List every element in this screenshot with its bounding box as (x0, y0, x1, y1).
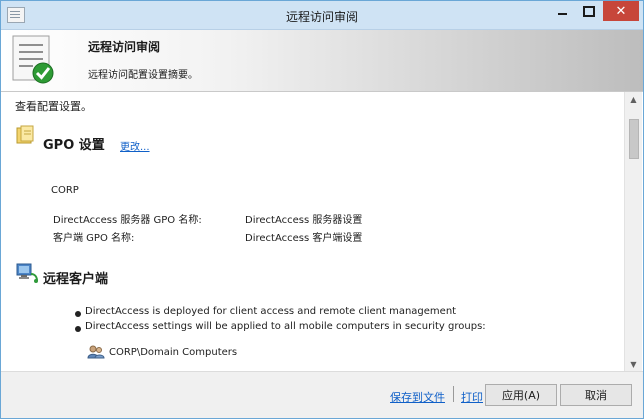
server-gpo-value: DirectAccess 服务器设置 (245, 215, 363, 226)
server-gpo-label: DirectAccess 服务器 GPO 名称: (53, 215, 202, 226)
close-icon: ✕ (615, 3, 627, 19)
minimize-button[interactable] (549, 1, 575, 21)
checklist-check-icon (12, 35, 54, 84)
header-banner: 远程访问审阅 远程访问配置设置摘要。 (1, 30, 643, 92)
vertical-scrollbar[interactable]: ▲ ▼ (624, 92, 642, 371)
bullet-icon (75, 326, 81, 332)
mobile-computers-bullet: DirectAccess settings will be applied to… (85, 321, 486, 332)
minimize-icon (557, 13, 567, 15)
scroll-thumb[interactable] (629, 119, 639, 159)
dialog-footer: 保存到文件 打印 应用(A) 取消 (1, 371, 643, 418)
user-group-icon (87, 345, 105, 359)
maximize-button[interactable] (576, 1, 602, 21)
gpo-domain: CORP (51, 185, 79, 196)
client-gpo-value: DirectAccess 客户端设置 (245, 233, 363, 244)
gpo-settings-heading: GPO 设置 (43, 138, 105, 153)
client-access-bullet: DirectAccess is deployed for client acce… (85, 306, 457, 317)
view-config-label: 查看配置设置。 (15, 100, 92, 113)
save-to-file-link[interactable]: 保存到文件 (390, 389, 445, 405)
security-group-item: CORP\Domain Computers (109, 347, 238, 358)
header-subtitle: 远程访问配置设置摘要。 (88, 70, 198, 81)
gpo-folder-icon (16, 125, 34, 144)
scroll-up-icon[interactable]: ▲ (625, 92, 642, 106)
bullet-icon (75, 311, 81, 317)
title-bar[interactable]: 远程访问审阅 ✕ (1, 1, 643, 30)
apply-button[interactable]: 应用(A) (485, 384, 557, 406)
scroll-down-icon[interactable]: ▼ (625, 357, 642, 371)
close-button[interactable]: ✕ (603, 1, 639, 21)
remote-clients-heading: 远程客户端 (43, 272, 109, 287)
maximize-icon (583, 5, 595, 17)
change-gpo-link[interactable]: 更改... (120, 138, 150, 153)
remote-computer-icon (16, 263, 38, 283)
print-link[interactable]: 打印 (461, 389, 483, 405)
remote-access-review-window: 远程访问审阅 ✕ 远程访问审阅 远程访问配置设置摘要。 查看配置设置。 GPO … (0, 0, 644, 419)
client-gpo-label: 客户端 GPO 名称: (53, 233, 135, 244)
window-title: 远程访问审阅 (285, 10, 358, 24)
header-title: 远程访问审阅 (88, 40, 161, 54)
footer-divider (453, 386, 454, 402)
cancel-button[interactable]: 取消 (560, 384, 632, 406)
review-content: 查看配置设置。 GPO 设置 更改... CORP DirectAccess 服… (1, 92, 624, 371)
